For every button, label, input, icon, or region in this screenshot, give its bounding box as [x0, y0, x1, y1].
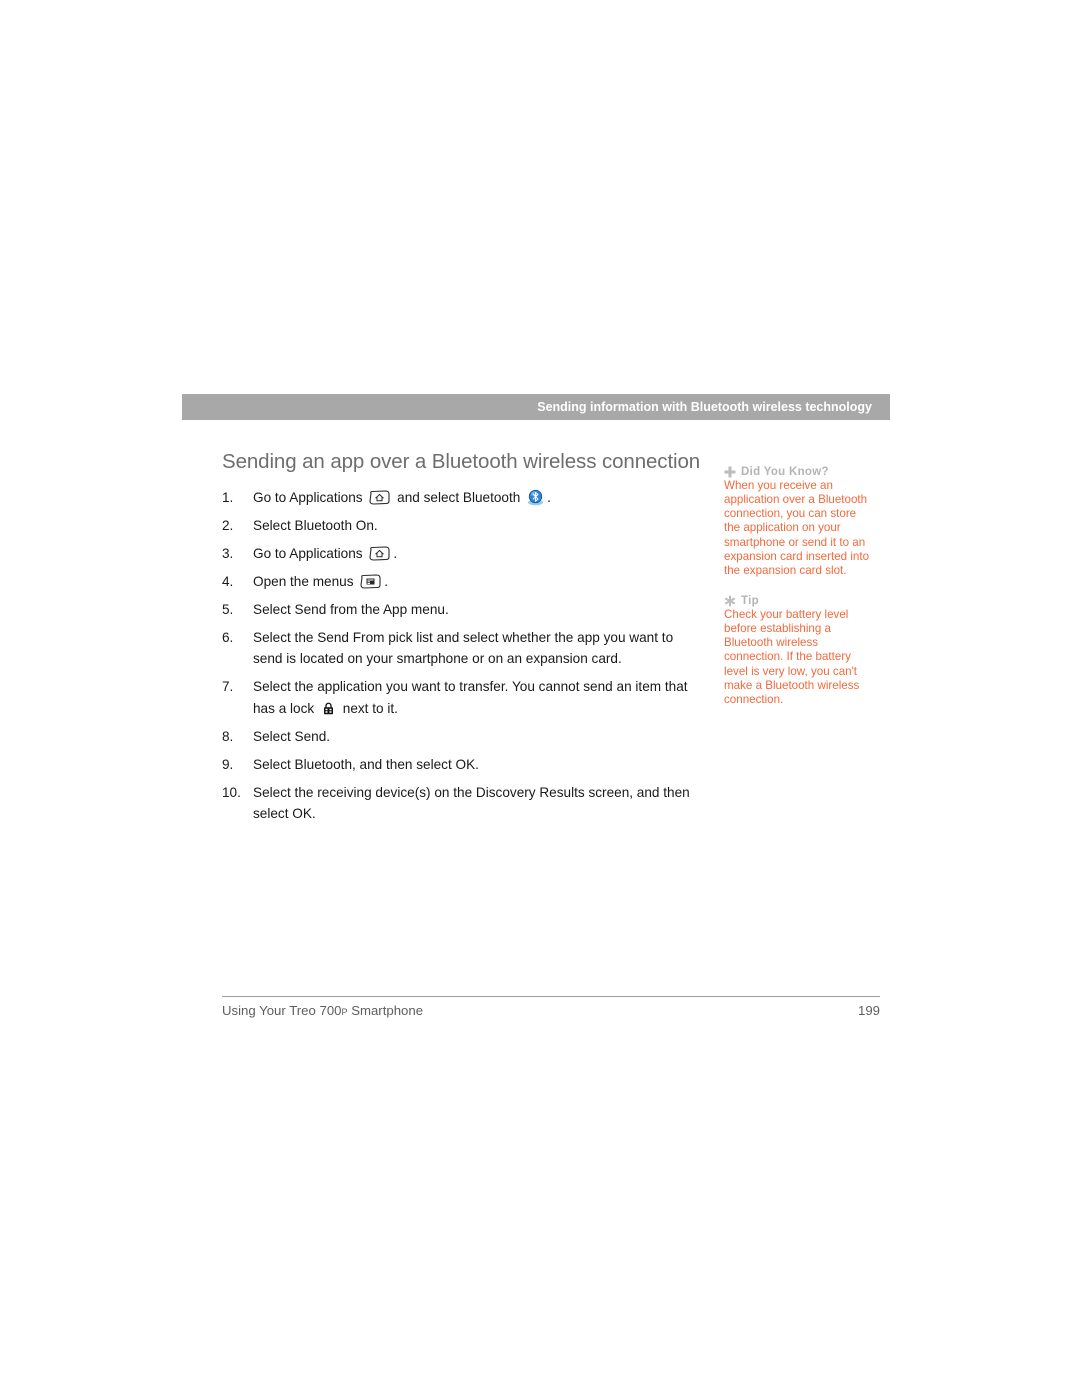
page-title: Sending an app over a Bluetooth wireless… [222, 450, 701, 473]
page-footer: Using Your Treo 700P Smartphone 199 [222, 1003, 880, 1018]
footer-title-tail: Smartphone [347, 1003, 424, 1018]
sidebar-note-label: Did You Know? [741, 466, 829, 478]
procedure-step-list: 1. Go to Applications and select Bluetoot… [222, 487, 697, 824]
step-number: 6. [222, 630, 234, 646]
step-text: Select the receiving device(s) on the Di… [253, 784, 690, 821]
procedure-step: 9. Select Bluetooth, and then select OK. [222, 754, 697, 775]
procedure-step: 5. Select Send from the App menu. [222, 599, 697, 620]
step-number: 10. [222, 784, 241, 800]
procedure-step: 2. Select Bluetooth On. [222, 515, 697, 536]
procedure-step: 3. Go to Applications . [222, 543, 697, 564]
footer-title-main: Using Your Treo 700 [222, 1003, 342, 1018]
footer-book-title: Using Your Treo 700P Smartphone [222, 1003, 423, 1018]
menu-key-icon [360, 574, 381, 589]
step-number: 1. [222, 490, 234, 505]
step-number: 9. [222, 756, 234, 772]
main-content-column: Sending an app over a Bluetooth wireless… [222, 450, 701, 824]
step-number: 8. [222, 728, 234, 744]
sidebar-note-body: Check your battery level before establis… [724, 607, 860, 706]
asterisk-icon [724, 595, 736, 607]
sidebar-notes: Did You Know? When you receive an applica… [724, 466, 874, 707]
sidebar-note-header: Did You Know? [724, 466, 874, 478]
sidebar-note: Did You Know? When you receive an applica… [724, 466, 874, 578]
step-text: Select Send. [253, 728, 331, 744]
step-text: Select the Send From pick list and selec… [253, 630, 674, 667]
plus-icon [724, 466, 736, 478]
procedure-step: 7. Select the application you want to tra… [222, 676, 697, 718]
step-number: 5. [222, 602, 234, 618]
page-number: 199 [857, 1003, 880, 1018]
lock-icon [323, 702, 334, 715]
sidebar-note: Tip Check your battery level before estab… [724, 595, 874, 707]
step-text: Open the menus . [253, 574, 389, 590]
step-number: 4. [222, 574, 234, 590]
step-number: 2. [222, 518, 234, 534]
footer-divider [222, 996, 880, 997]
procedure-step: 4. Open the menus . [222, 571, 697, 592]
step-text: Select Bluetooth On. [253, 518, 378, 534]
step-text: Go to Applications and select Bluetooth … [253, 489, 551, 506]
sidebar-note-body: When you receive an application over a B… [724, 479, 870, 577]
running-header-text: Sending information with Bluetooth wirel… [537, 400, 872, 414]
procedure-step: 8. Select Send. [222, 726, 697, 747]
procedure-step: 10. Select the receiving device(s) on the… [222, 782, 697, 824]
sidebar-note-label: Tip [741, 594, 759, 607]
step-text: Go to Applications . [253, 546, 398, 562]
step-text: Select the application you want to trans… [253, 679, 688, 716]
step-number: 7. [222, 679, 234, 695]
procedure-step: 1. Go to Applications and select Bluetoot… [222, 487, 697, 508]
step-text: Select Send from the App menu. [253, 602, 449, 618]
applications-key-icon [369, 490, 390, 505]
applications-key-icon [369, 546, 390, 561]
procedure-step: 6. Select the Send From pick list and sel… [222, 627, 697, 669]
sidebar-note-header: Tip [724, 595, 874, 607]
step-number: 3. [222, 546, 234, 562]
bluetooth-icon [527, 489, 544, 506]
step-text: Select Bluetooth, and then select OK. [253, 756, 479, 772]
document-page: Sending information with Bluetooth wirel… [0, 0, 1080, 1397]
running-header-banner: Sending information with Bluetooth wirel… [182, 394, 890, 420]
